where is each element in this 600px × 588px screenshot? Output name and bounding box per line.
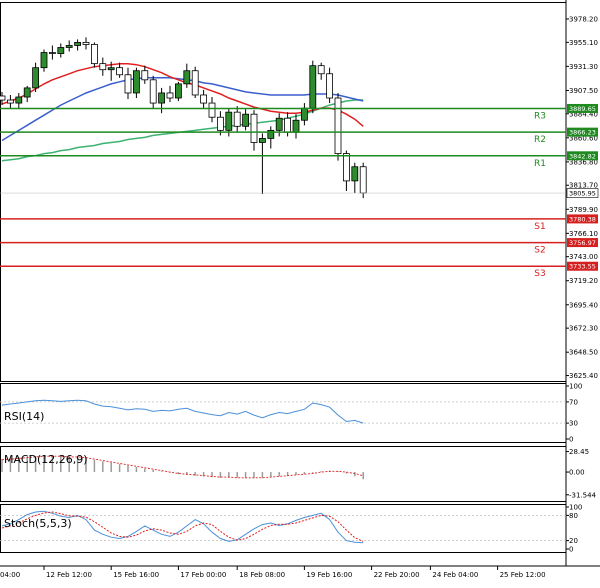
main-y-tick-label: 3695.40 [569, 301, 598, 309]
candle-body [275, 117, 283, 131]
time-label: 24 Feb 04:00 [432, 571, 478, 579]
candle-body [359, 166, 367, 194]
main-y-tick-label: 3625.40 [569, 372, 598, 380]
candle-body [124, 74, 132, 94]
candle-body [7, 99, 14, 104]
main-y-tick-label: 3931.30 [569, 63, 598, 71]
level-name-r1: R1 [534, 159, 546, 169]
candle-body [166, 92, 174, 99]
candle-body [208, 102, 216, 118]
panel-frame-stoch [0, 504, 567, 553]
candle-body [82, 42, 90, 45]
candle-body [191, 70, 199, 96]
macd-y-tick-label: 0.00 [569, 469, 585, 477]
candle-body [292, 119, 300, 133]
candle-body [57, 47, 65, 54]
rsi-y-tick-label: 100 [569, 383, 582, 391]
candle-body [23, 87, 31, 98]
main-y-tick-label: 3672.30 [569, 325, 598, 333]
candle-body [91, 44, 98, 65]
time-label: 17 Feb 00:00 [180, 571, 226, 579]
rsi-y-tick-label: 70 [569, 398, 578, 406]
candle-body [40, 52, 48, 69]
main-y-tick-label: 3907.50 [569, 87, 598, 95]
stoch-y-tick-label: 80 [569, 512, 578, 520]
candle-body [174, 83, 182, 99]
rsi-y-tick-label: 0 [569, 436, 573, 444]
candle-body [15, 96, 23, 104]
time-label: 15 Feb 16:00 [113, 571, 159, 579]
candle-body [225, 111, 233, 131]
candle-body [334, 97, 342, 155]
stoch-label: Stoch(5,5,3) [4, 517, 72, 530]
level-price-label-s3: 3733.55 [569, 263, 596, 271]
candle-body [0, 95, 6, 101]
candle-body [74, 42, 81, 46]
time-label: 04:00 [0, 571, 20, 579]
candle-body [216, 116, 224, 131]
level-price-label-r2: 3866.23 [569, 129, 596, 137]
rsi-label: RSI(14) [4, 410, 44, 423]
candle-body [158, 92, 166, 104]
candle-body [284, 117, 292, 133]
time-label: 22 Feb 20:00 [374, 571, 420, 579]
rsi-y-tick-label: 30 [569, 420, 578, 428]
main-y-tick-label: 3648.50 [569, 349, 598, 357]
main-y-tick-label: 3978.20 [569, 15, 598, 23]
stoch-y-tick-label: 20 [569, 537, 578, 545]
time-label: 18 Feb 08:00 [239, 571, 285, 579]
trading-chart: 3978.20 3955.10 3931.30 3907.50 3884.40 3860.… [0, 0, 600, 584]
time-label: 25 Feb 12:00 [500, 571, 546, 579]
main-y-tick-label: 3766.10 [569, 230, 598, 238]
candle-body [250, 113, 258, 143]
candle-body [107, 67, 115, 71]
main-y-tick-label: 3955.10 [569, 39, 598, 47]
macd-y-tick-label: -31.544 [569, 491, 597, 499]
candle-body [99, 63, 107, 71]
candle-body [309, 65, 317, 109]
level-price-label-r1: 3842.82 [569, 152, 596, 160]
candle-body [132, 70, 140, 94]
candle-body [32, 67, 39, 89]
candle-body [351, 166, 359, 182]
time-label: 12 Feb 12:00 [46, 571, 92, 579]
level-price-label-s1: 3780.38 [569, 215, 596, 223]
candle-body [342, 153, 350, 182]
level-name-r2: R2 [534, 135, 546, 145]
candle-body [300, 107, 308, 121]
current-price-label: 3805.95 [569, 190, 596, 198]
macd-y-tick-label: 28.45 [569, 448, 589, 456]
level-price-label-r3: 3889.65 [569, 105, 596, 113]
chart-svg: 3978.203955.103931.303907.503884.403860.… [0, 0, 600, 579]
candle-body [65, 45, 73, 48]
stoch-y-tick-label: 100 [569, 504, 582, 512]
level-name-s2: S2 [534, 246, 545, 256]
panel-frame-main [0, 2, 567, 382]
candle-body [141, 70, 149, 81]
level-name-s3: S3 [534, 269, 545, 279]
macd-label: MACD(12,26,9) [4, 453, 88, 466]
candle-body [200, 94, 208, 104]
candle-body [116, 67, 123, 76]
time-label: 19 Feb 16:00 [306, 571, 352, 579]
stoch-y-tick-label: 0 [569, 546, 573, 554]
candle-body [183, 70, 191, 85]
candle-body [149, 79, 157, 104]
candle-body [326, 73, 334, 99]
main-y-tick-label: 3743.00 [569, 253, 598, 261]
candle-body [317, 65, 325, 75]
level-name-s1: S1 [534, 222, 545, 232]
main-y-tick-label: 3789.90 [569, 206, 598, 214]
level-price-label-s2: 3756.97 [569, 239, 596, 247]
candle-body [233, 111, 241, 127]
candle-body [49, 52, 56, 54]
candle-body [242, 113, 250, 127]
main-y-tick-label: 3719.20 [569, 277, 598, 285]
candle-body [258, 138, 266, 143]
level-name-r3: R3 [534, 111, 546, 121]
